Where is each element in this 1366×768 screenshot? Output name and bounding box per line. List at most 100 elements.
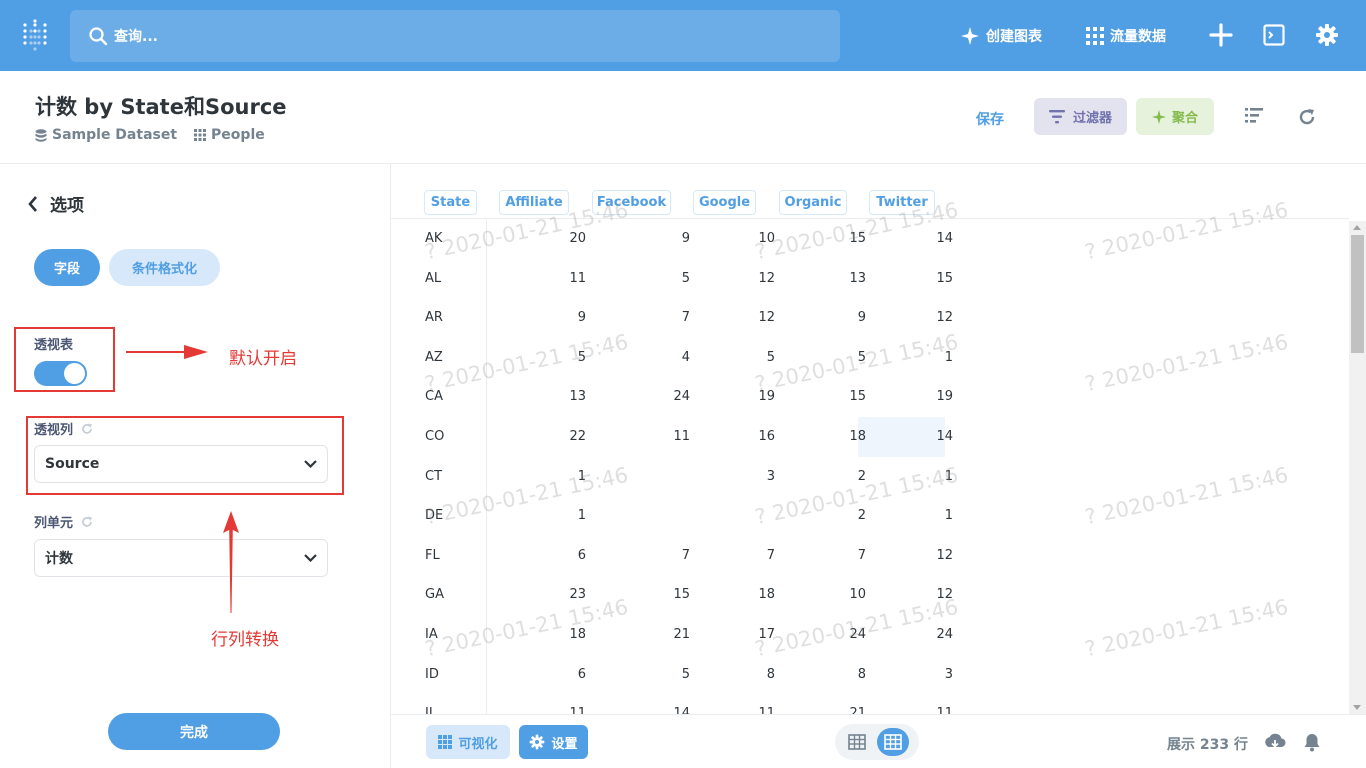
count-cell[interactable]: 15 [913, 271, 953, 286]
count-cell[interactable]: 1 [546, 508, 586, 523]
count-cell[interactable]: 2 [826, 508, 866, 523]
metabase-logo-icon[interactable] [21, 19, 49, 51]
count-cell[interactable]: 6 [546, 548, 586, 563]
save-button[interactable]: 保存 [976, 109, 1004, 129]
count-cell[interactable]: 12 [735, 310, 775, 325]
count-cell[interactable]: 14 [913, 429, 953, 444]
count-cell[interactable]: 24 [913, 627, 953, 642]
count-cell[interactable]: 10 [735, 231, 775, 246]
count-cell[interactable]: 3 [913, 667, 953, 682]
count-cell[interactable]: 5 [650, 667, 690, 682]
count-cell[interactable]: 23 [546, 587, 586, 602]
count-cell[interactable]: 3 [735, 469, 775, 484]
count-cell[interactable]: 5 [546, 350, 586, 365]
count-cell[interactable]: 12 [735, 271, 775, 286]
count-cell[interactable]: 12 [913, 587, 953, 602]
count-cell[interactable]: 1 [913, 350, 953, 365]
count-cell[interactable]: 7 [735, 548, 775, 563]
count-cell[interactable]: 7 [650, 310, 690, 325]
back-to-options[interactable]: 选项 [28, 191, 84, 216]
count-cell[interactable]: 20 [546, 231, 586, 246]
summarize-list-icon[interactable] [1245, 108, 1263, 124]
count-cell[interactable]: 13 [546, 389, 586, 404]
state-cell[interactable]: AK [425, 231, 442, 246]
count-cell[interactable]: 17 [735, 627, 775, 642]
scrollbar-thumb[interactable] [1351, 235, 1364, 353]
count-cell[interactable]: 11 [913, 706, 953, 714]
sql-editor-icon[interactable] [1262, 23, 1286, 47]
count-cell[interactable]: 19 [913, 389, 953, 404]
count-cell[interactable]: 14 [650, 706, 690, 714]
state-cell[interactable]: GA [425, 587, 444, 602]
count-cell[interactable]: 19 [735, 389, 775, 404]
count-cell[interactable]: 8 [735, 667, 775, 682]
state-cell[interactable]: CO [425, 429, 444, 444]
count-cell[interactable]: 18 [735, 587, 775, 602]
count-cell[interactable]: 21 [650, 627, 690, 642]
count-cell[interactable]: 10 [826, 587, 866, 602]
count-cell[interactable]: 24 [826, 627, 866, 642]
count-cell[interactable]: 12 [913, 548, 953, 563]
column-header-google[interactable]: Google [693, 190, 756, 215]
state-cell[interactable]: IA [425, 627, 438, 642]
count-cell[interactable]: 5 [735, 350, 775, 365]
visualization-button[interactable]: 可视化 [426, 725, 510, 759]
count-cell[interactable]: 7 [826, 548, 866, 563]
state-cell[interactable]: IL [425, 706, 436, 714]
count-cell[interactable]: 11 [546, 706, 586, 714]
state-cell[interactable]: AZ [425, 350, 443, 365]
count-cell[interactable]: 2 [826, 469, 866, 484]
breadcrumb-database[interactable]: Sample Dataset [35, 127, 177, 143]
create-chart-button[interactable]: 创建图表 [960, 0, 1042, 71]
count-cell[interactable]: 9 [650, 231, 690, 246]
count-cell[interactable]: 22 [546, 429, 586, 444]
browse-data-button[interactable]: 流量数据 [1086, 0, 1166, 71]
count-cell[interactable]: 11 [650, 429, 690, 444]
count-cell[interactable]: 5 [650, 271, 690, 286]
count-cell[interactable]: 9 [546, 310, 586, 325]
column-header-state[interactable]: State [424, 190, 477, 215]
filter-button[interactable]: 过滤器 [1034, 98, 1127, 135]
count-cell[interactable]: 11 [735, 706, 775, 714]
count-cell[interactable]: 6 [546, 667, 586, 682]
done-button[interactable]: 完成 [108, 713, 280, 750]
count-cell[interactable]: 21 [826, 706, 866, 714]
gear-icon[interactable] [1315, 23, 1339, 47]
settings-button[interactable]: 设置 [519, 725, 588, 759]
count-cell[interactable]: 24 [650, 389, 690, 404]
search-bar[interactable]: 查询... [70, 10, 840, 62]
pivot-view-option[interactable] [877, 728, 909, 756]
column-header-twitter[interactable]: Twitter [869, 190, 935, 215]
state-cell[interactable]: AL [425, 271, 441, 286]
cell-column-select[interactable]: 计数 [34, 539, 328, 577]
column-header-facebook[interactable]: Facebook [592, 190, 671, 215]
count-cell[interactable]: 15 [826, 389, 866, 404]
count-cell[interactable]: 18 [826, 429, 866, 444]
state-cell[interactable]: DE [425, 508, 443, 523]
tab-conditional-formatting[interactable]: 条件格式化 [109, 249, 220, 286]
count-cell[interactable]: 8 [826, 667, 866, 682]
column-header-organic[interactable]: Organic [779, 190, 847, 215]
state-cell[interactable]: ID [425, 667, 439, 682]
vertical-scrollbar[interactable] [1349, 221, 1366, 714]
count-cell[interactable]: 13 [826, 271, 866, 286]
count-cell[interactable]: 1 [546, 469, 586, 484]
state-cell[interactable]: CT [425, 469, 442, 484]
count-cell[interactable]: 9 [826, 310, 866, 325]
count-cell[interactable]: 5 [826, 350, 866, 365]
count-cell[interactable]: 12 [913, 310, 953, 325]
count-cell[interactable]: 1 [913, 508, 953, 523]
column-header-affiliate[interactable]: Affiliate [499, 190, 569, 215]
count-cell[interactable]: 11 [546, 271, 586, 286]
refresh-icon[interactable] [1298, 108, 1316, 126]
bell-icon[interactable] [1302, 732, 1322, 752]
reset-icon[interactable] [81, 516, 93, 528]
state-cell[interactable]: FL [425, 548, 440, 563]
tab-fields[interactable]: 字段 [34, 249, 100, 286]
aggregate-button[interactable]: 聚合 [1136, 98, 1214, 135]
count-cell[interactable]: 15 [650, 587, 690, 602]
scroll-down-arrow-icon[interactable] [1353, 705, 1361, 710]
plus-icon[interactable] [1209, 23, 1233, 47]
count-cell[interactable]: 1 [913, 469, 953, 484]
scroll-up-arrow-icon[interactable] [1353, 225, 1361, 230]
